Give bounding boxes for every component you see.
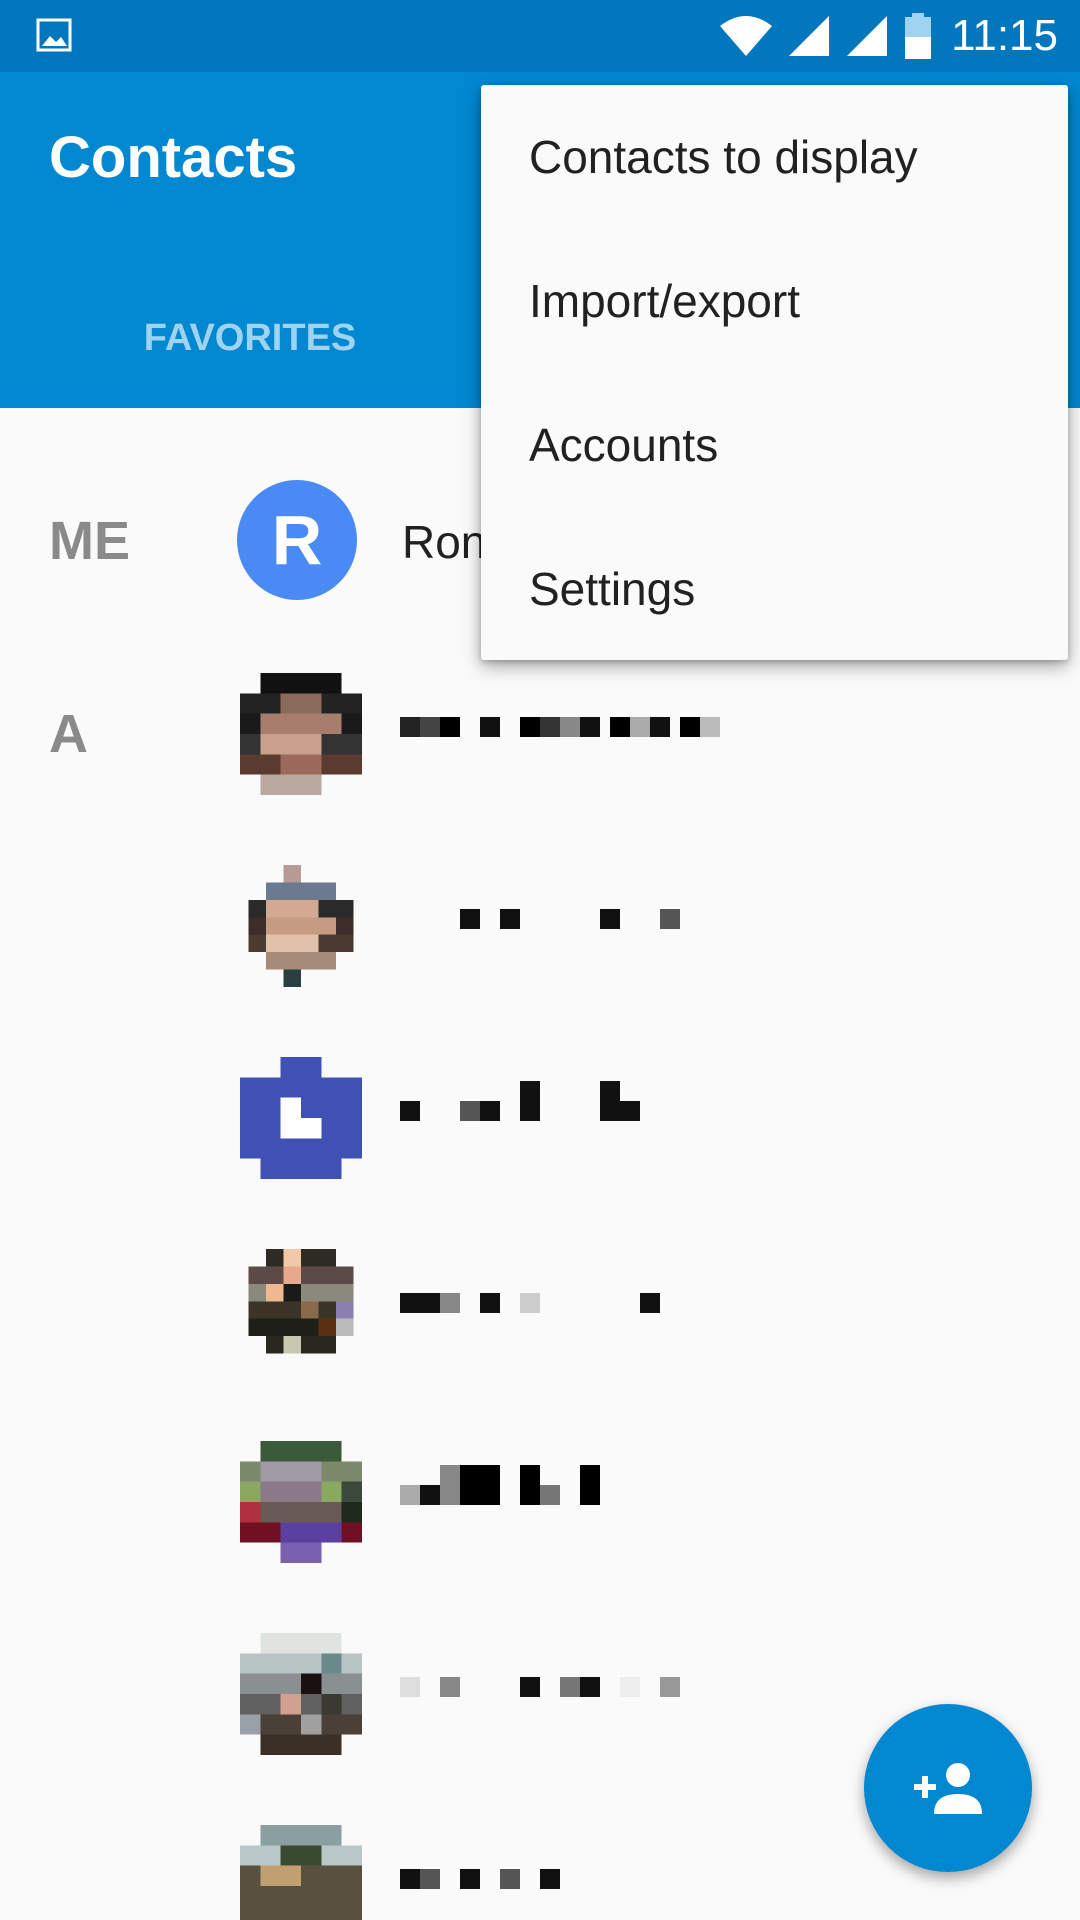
list-item[interactable] [0, 1405, 1080, 1597]
list-item[interactable] [0, 637, 1080, 829]
list-item[interactable] [0, 829, 1080, 1021]
contact-name-redacted [400, 1869, 560, 1895]
menu-item-contacts-to-display[interactable]: Contacts to display [481, 85, 1068, 229]
contact-avatar [248, 865, 354, 987]
me-contact-name[interactable]: Ron [402, 515, 486, 569]
contact-avatar [240, 1633, 362, 1755]
contact-name-redacted [400, 1677, 680, 1703]
section-label-me: ME [49, 511, 130, 571]
contact-avatar [240, 1825, 362, 1920]
menu-item-import-export[interactable]: Import/export [481, 229, 1068, 373]
tab-favorites[interactable]: FAVORITES [0, 268, 500, 408]
add-contact-button[interactable] [864, 1704, 1032, 1872]
page-title: Contacts [49, 125, 298, 190]
status-time: 11:15 [951, 11, 1058, 60]
cell-signal-icon [789, 16, 830, 56]
overflow-menu: Contacts to display Import/export Accoun… [481, 85, 1068, 660]
avatar[interactable]: R [237, 480, 357, 600]
image-notification-icon [36, 18, 72, 52]
contact-avatar [240, 673, 362, 795]
add-person-icon [914, 1763, 982, 1814]
contact-avatar [240, 1441, 362, 1563]
status-bar: 11:15 [0, 0, 1080, 72]
contact-name-redacted [400, 1081, 640, 1127]
list-item[interactable] [0, 1021, 1080, 1213]
battery-icon [905, 13, 932, 59]
menu-item-accounts[interactable]: Accounts [481, 373, 1068, 517]
contact-name-redacted [400, 1465, 600, 1511]
wifi-icon [720, 16, 773, 56]
menu-item-settings[interactable]: Settings [481, 517, 1068, 661]
cell-signal-icon [847, 16, 888, 56]
contact-avatar [248, 1249, 354, 1354]
contact-name-redacted [400, 717, 720, 743]
contact-name-redacted [400, 1293, 660, 1319]
contact-name-redacted [400, 909, 680, 935]
contact-avatar [240, 1057, 362, 1179]
list-item[interactable] [0, 1213, 1080, 1405]
